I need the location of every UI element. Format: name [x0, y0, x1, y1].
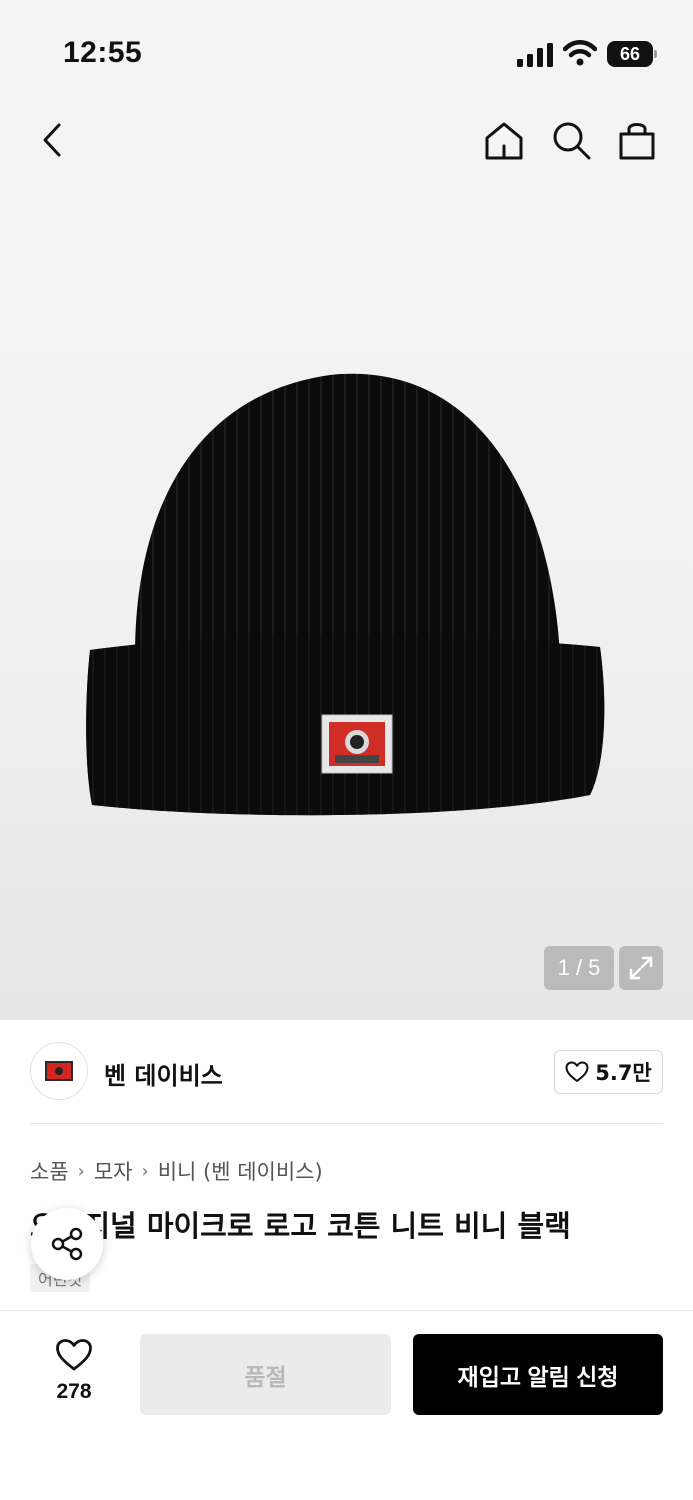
breadcrumb: 소품 › 모자 › 비니 (벤 데이비스) — [30, 1156, 323, 1186]
expand-button[interactable] — [619, 946, 663, 990]
brand-logo-mark — [45, 1061, 73, 1081]
brand-logo[interactable] — [30, 1042, 88, 1100]
chevron-left-icon — [43, 123, 61, 157]
shopping-bag-button[interactable] — [614, 117, 660, 163]
restock-alert-button[interactable]: 재입고 알림 신청 — [413, 1334, 663, 1415]
heart-icon — [565, 1061, 589, 1082]
home-icon — [485, 122, 523, 160]
search-icon — [553, 122, 591, 160]
battery-cap — [654, 50, 657, 58]
wifi-icon — [563, 40, 597, 66]
status-time: 12:55 — [63, 36, 143, 69]
brand-name[interactable]: 벤 데이비스 — [104, 1056, 223, 1091]
home-button[interactable] — [481, 117, 527, 163]
brand-like-count: 5.7만 — [595, 1061, 652, 1085]
battery-level: 66 — [607, 41, 653, 67]
breadcrumb-item[interactable]: 소품 — [30, 1156, 69, 1186]
search-button[interactable] — [548, 117, 594, 163]
battery-indicator: 66 — [607, 41, 657, 67]
shopping-bag-icon — [619, 123, 655, 160]
brand-row[interactable]: 벤 데이비스 5.7만 — [30, 1042, 663, 1102]
gallery-counter: 1 / 5 — [544, 946, 614, 990]
brand-like-button[interactable]: 5.7만 — [554, 1050, 663, 1094]
product-image-beanie — [86, 373, 605, 816]
divider — [30, 1123, 663, 1124]
heart-icon — [56, 1339, 92, 1371]
share-icon — [51, 1227, 83, 1261]
breadcrumb-item[interactable]: 모자 — [94, 1156, 133, 1186]
chevron-right-icon: › — [141, 1160, 149, 1182]
soldout-button: 품절 — [140, 1334, 391, 1415]
back-button[interactable] — [29, 117, 75, 163]
bottom-bar-divider — [0, 1310, 693, 1311]
product-title: 오리지널 마이크로 로고 코튼 니트 비니 블랙 — [30, 1209, 571, 1243]
share-button[interactable] — [31, 1208, 103, 1280]
wishlist-button[interactable]: 278 — [36, 1338, 112, 1412]
breadcrumb-item[interactable]: 비니 (벤 데이비스) — [158, 1156, 323, 1186]
signal-icon — [517, 43, 553, 67]
status-bar: 12:55 66 — [0, 0, 693, 100]
expand-icon — [629, 956, 653, 980]
chevron-right-icon: › — [77, 1160, 85, 1182]
wishlist-count: 278 — [56, 1380, 92, 1403]
